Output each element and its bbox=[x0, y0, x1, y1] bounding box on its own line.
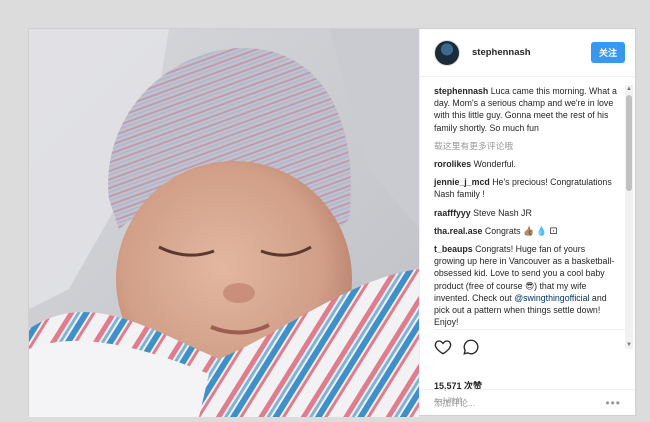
add-comment-bar: ••• bbox=[420, 389, 635, 415]
comment-username[interactable]: tha.real.ase bbox=[434, 226, 482, 236]
header-username[interactable]: stephennash bbox=[472, 47, 591, 58]
post-caption: stephennash Luca came this morning. What… bbox=[434, 85, 618, 134]
comments-scrollbar[interactable]: ▲ ▼ bbox=[625, 85, 633, 349]
more-options-icon[interactable]: ••• bbox=[605, 396, 621, 410]
comment-username[interactable]: rorolikes bbox=[434, 159, 471, 169]
comment-text: Congrats 👍🏽 💧 ⚀ bbox=[484, 225, 558, 236]
comment-item: raafffyyy Steve Nash JR bbox=[434, 207, 618, 219]
post-actions bbox=[434, 329, 634, 356]
add-comment-input[interactable] bbox=[434, 397, 594, 408]
mention-link[interactable]: @swingthingofficial bbox=[514, 293, 589, 303]
load-more-comments[interactable]: 载这里有更多评论哦 bbox=[434, 140, 618, 152]
comment-username[interactable]: t_beaups bbox=[434, 244, 473, 254]
caption-username[interactable]: stephennash bbox=[434, 86, 488, 96]
comments-list[interactable]: stephennash Luca came this morning. What… bbox=[420, 85, 628, 349]
heart-icon[interactable] bbox=[434, 338, 452, 356]
comment-item: t_beaups Congrats! Huge fan of yours gro… bbox=[434, 243, 618, 328]
comment-item: rorolikes Wonderful. bbox=[434, 158, 618, 170]
post-photo[interactable] bbox=[29, 29, 419, 417]
comment-username[interactable]: raafffyyy bbox=[434, 208, 471, 218]
comment-item: tha.real.ase Congrats 👍🏽 💧 ⚀ bbox=[434, 225, 618, 237]
comment-text: Wonderful. bbox=[473, 159, 517, 170]
comment-icon[interactable] bbox=[462, 338, 480, 356]
comment-text: Steve Nash JR bbox=[473, 207, 532, 218]
post-header: stephennash 关注 bbox=[420, 29, 635, 77]
post-sidebar: stephennash 关注 stephennash Luca came thi… bbox=[419, 29, 635, 415]
follow-button[interactable]: 关注 bbox=[590, 42, 625, 63]
comment-username[interactable]: jennie_j_mcd bbox=[434, 177, 490, 187]
scroll-up-arrow-icon[interactable]: ▲ bbox=[625, 85, 633, 93]
newborn-photo-illustration bbox=[29, 29, 419, 417]
post-modal: stephennash 关注 stephennash Luca came thi… bbox=[28, 28, 636, 417]
comment-item: jennie_j_mcd He's precious! Congratulati… bbox=[434, 176, 618, 200]
avatar[interactable] bbox=[434, 39, 460, 66]
scrollbar-thumb[interactable] bbox=[626, 95, 632, 191]
